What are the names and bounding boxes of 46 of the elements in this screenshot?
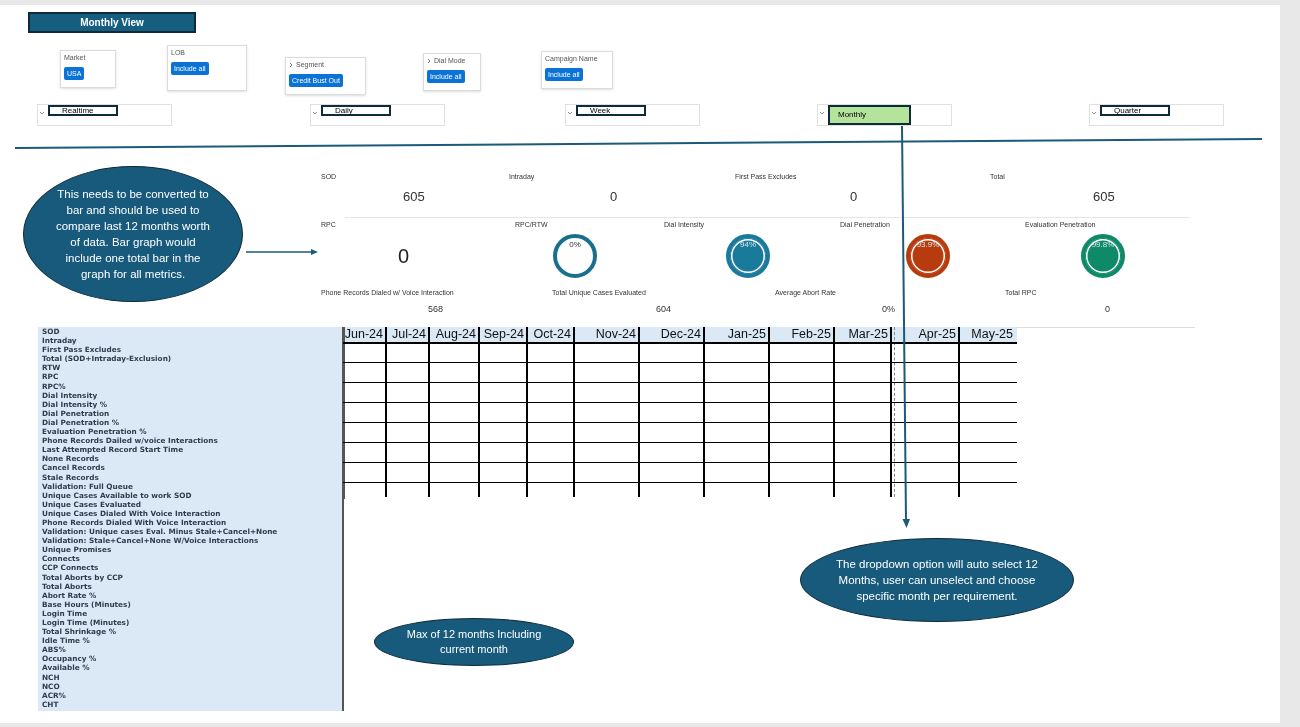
metric-value: 0% [882, 305, 895, 314]
period-option: Monthly [828, 105, 911, 125]
column-header: Jun-24 [343, 328, 384, 341]
gauge-value: 94% [740, 241, 756, 251]
callout-note: The dropdown option will auto select 12 Months, user can unselect and choose specific month per requirement. [800, 538, 1074, 622]
metric-value: 0 [610, 190, 618, 203]
metric-value: 0 [398, 246, 410, 266]
column-header: Aug-24 [434, 328, 477, 341]
column-header: Dec-24 [659, 328, 702, 341]
column-header: Apr-25 [917, 328, 957, 341]
callout-note: Max of 12 months Including current month [374, 618, 574, 666]
metric-value: 0 [850, 190, 858, 203]
column-header: Feb-25 [790, 328, 832, 341]
column-header: Mar-25 [847, 328, 889, 341]
period-option: Quarter [1100, 105, 1170, 116]
chevron-down-icon [39, 111, 45, 115]
chevron-down-icon [1091, 111, 1097, 115]
column-header: Jan-25 [726, 328, 767, 341]
gauge-value: 93.9% [916, 241, 940, 251]
metric-value: 605 [403, 190, 425, 203]
column-header: Oct-24 [532, 328, 572, 341]
period-option: Week [576, 105, 646, 116]
metric-value: 605 [1093, 190, 1115, 203]
callout-note: This needs to be converted to bar and should be used to compare last 12 months worth of data. Bar graph would include one total bar in the graph for all metrics. [23, 166, 243, 302]
chevron-down-icon [819, 111, 825, 115]
chevron-down-icon [567, 111, 573, 115]
chevron-right-icon [289, 61, 293, 68]
period-dropdown[interactable]: Realtime [37, 104, 172, 126]
chevron-down-icon [312, 111, 318, 115]
period-dropdown[interactable]: Daily [310, 104, 445, 126]
metric-value: 568 [428, 305, 444, 314]
period-dropdown[interactable]: Quarter [1089, 104, 1224, 126]
metric-value: 0 [1105, 305, 1110, 314]
period-option: Daily [321, 105, 391, 116]
period-dropdown[interactable]: Monthly [817, 104, 952, 126]
column-header: Nov-24 [594, 328, 637, 341]
chevron-right-icon [427, 57, 431, 64]
column-header: May-25 [970, 328, 1014, 341]
gauge-value: 99.8% [1091, 241, 1115, 251]
metric-value: 604 [656, 305, 672, 314]
period-dropdown[interactable]: Week [565, 104, 700, 126]
column-header: Jul-24 [390, 328, 427, 341]
period-option: Realtime [48, 105, 118, 116]
monthly-view-button[interactable]: Monthly View [28, 12, 196, 33]
column-header: Sep-24 [482, 328, 525, 341]
gauge-value: 0% [569, 241, 581, 251]
